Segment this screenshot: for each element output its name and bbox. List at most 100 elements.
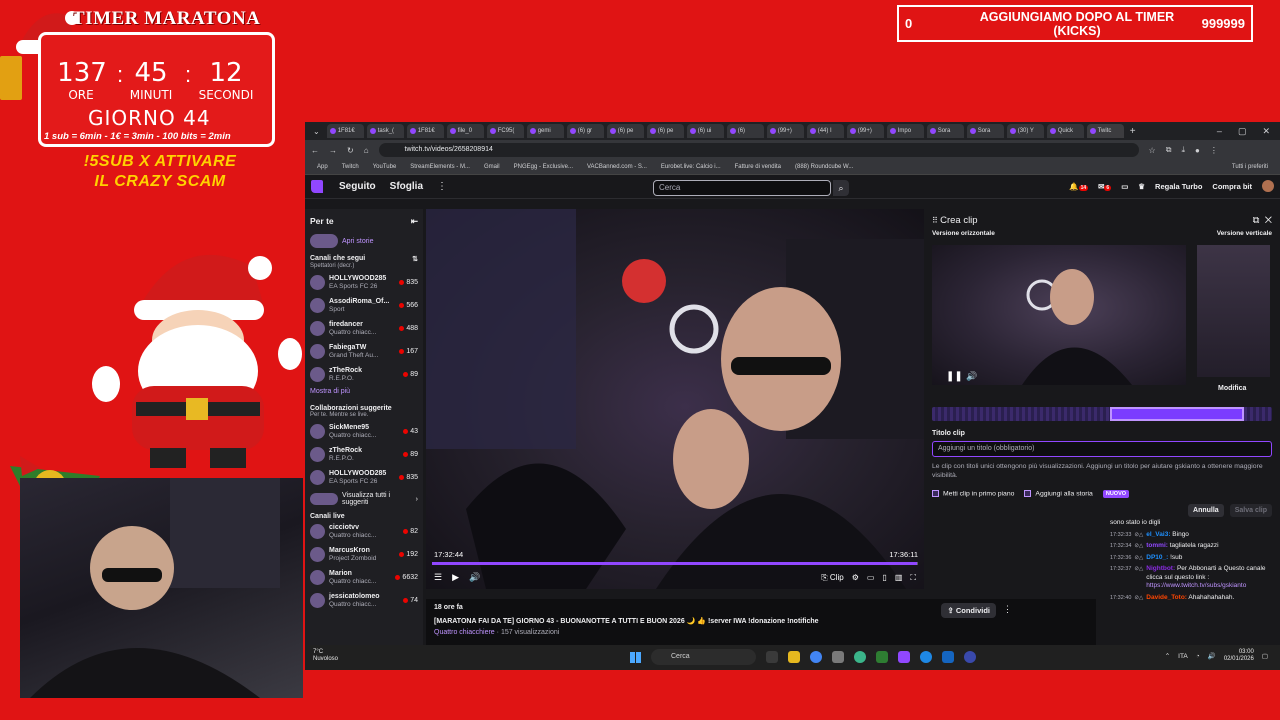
chrome-icon[interactable]	[810, 651, 822, 663]
chat-username[interactable]: tommi:	[1146, 542, 1168, 549]
bookmark-item[interactable]: StreamElements - M...	[410, 164, 470, 170]
nav-following[interactable]: Seguito	[339, 181, 376, 192]
play-icon[interactable]: ▶	[452, 572, 459, 583]
browser-tab[interactable]: Twitc	[1086, 124, 1124, 138]
crown-icon[interactable]: ♛	[1138, 182, 1145, 191]
maximize-icon[interactable]: ▢	[1238, 126, 1247, 137]
edit-vertical-button[interactable]: Modifica	[1218, 385, 1246, 392]
sidebar-toggle-icon[interactable]: ▥	[895, 573, 903, 583]
clip-timeline[interactable]	[932, 407, 1272, 421]
profile-icon[interactable]: ●	[1195, 146, 1200, 155]
app-icon[interactable]	[942, 651, 954, 663]
category-link[interactable]: Quattro chiacchiere	[434, 629, 495, 636]
wifi-icon[interactable]: ◔	[1196, 653, 1200, 660]
browser-tab[interactable]: (99+)	[846, 124, 884, 138]
browser-tab[interactable]: task_(	[366, 124, 404, 138]
mod-actions-icon[interactable]: ⊘△	[1134, 531, 1143, 540]
close-clip-icon[interactable]: ✕	[1265, 215, 1272, 226]
twitch-logo-icon[interactable]	[311, 180, 323, 193]
chat-icon[interactable]: ▭	[1121, 182, 1128, 191]
browser-tab[interactable]: 1F81€	[406, 124, 444, 138]
sidebar-channel[interactable]: MarcusKron Project Zomboid 192	[305, 543, 423, 566]
sidebar-channel[interactable]: jessicatolomeo Quattro chiacc... 74	[305, 589, 423, 612]
feature-clip-checkbox[interactable]: Metti clip in primo piano	[932, 490, 1014, 498]
url-input[interactable]: twitch.tv/videos/2658208914	[378, 143, 1139, 157]
settings-icon[interactable]: ⚙	[852, 573, 859, 583]
bookmark-item[interactable]: Gmail	[484, 164, 500, 170]
browser-tab[interactable]: Quick	[1046, 124, 1084, 138]
pip-icon[interactable]: ▭	[867, 573, 875, 583]
share-button[interactable]: ⇪ Condividi	[941, 603, 996, 618]
show-more-link[interactable]: Mostra di più	[305, 386, 423, 401]
collapse-icon[interactable]: ⇤	[411, 216, 418, 227]
sidebar-channel[interactable]: AssodiRoma_Of... Sport 566	[305, 294, 423, 317]
add-story-checkbox[interactable]: Aggiungi alla storia	[1024, 490, 1093, 498]
taskbar-search[interactable]: Cerca	[651, 649, 756, 665]
turbo-button[interactable]: Regala Turbo	[1155, 182, 1202, 191]
theater-icon[interactable]: ▯	[882, 573, 886, 583]
notifications-icon[interactable]: 🔔 14	[1069, 182, 1089, 191]
sidebar-channel[interactable]: HOLLYWOOD285 EA Sports FC 26 835	[305, 466, 423, 489]
stories-link[interactable]: Apri storie	[305, 231, 423, 251]
sidebar-channel[interactable]: zTheRock R.E.P.O. 89	[305, 443, 423, 466]
minimize-icon[interactable]: –	[1217, 126, 1222, 137]
search-icon[interactable]: ⌕	[833, 180, 849, 196]
notification-icon[interactable]: ▢	[1262, 652, 1268, 660]
mod-actions-icon[interactable]: ⊘△	[1134, 542, 1143, 551]
browser-tab[interactable]: (6) ui	[686, 124, 724, 138]
browser-tab[interactable]: Impo	[886, 124, 924, 138]
browser-tab[interactable]: file_0	[446, 124, 484, 138]
menu-icon[interactable]: ⋮	[1210, 146, 1218, 155]
sidebar-channel[interactable]: firedancer Quattro chiacc... 488	[305, 317, 423, 340]
clip-horizontal-preview[interactable]: ❚❚ 🔊	[932, 245, 1186, 385]
browser-tab[interactable]: Sora	[926, 124, 964, 138]
browser-tab[interactable]: Sora	[966, 124, 1004, 138]
sort-icon[interactable]: ⇅	[412, 255, 418, 263]
download-icon[interactable]: ⤓	[1181, 145, 1185, 155]
bookmark-item[interactable]: VACBanned.com - S...	[587, 164, 647, 170]
browser-tab[interactable]: (6)	[726, 124, 764, 138]
sidebar-channel[interactable]: HOLLYWOOD285 EA Sports FC 26 835	[305, 271, 423, 294]
bookmark-item[interactable]: Tutti i preferiti	[1232, 164, 1268, 170]
sidebar-channel[interactable]: zTheRock R.E.P.O. 89	[305, 363, 423, 386]
mod-actions-icon[interactable]: ⊘△	[1134, 554, 1143, 563]
volume-tray-icon[interactable]: 🔊	[1208, 652, 1216, 660]
chat-link[interactable]: https://www.twitch.tv/subs/gskianto	[1146, 582, 1246, 589]
chat-username[interactable]: Nightbot:	[1146, 565, 1175, 572]
star-icon[interactable]: ☆	[1149, 146, 1156, 155]
forward-icon[interactable]: →	[329, 146, 337, 155]
clip-button[interactable]: ⎘ Clip	[821, 573, 843, 583]
mod-actions-icon[interactable]: ⊘△	[1134, 594, 1143, 603]
video-player[interactable]: 17:32:44 17:36:11 ☰ ▶ 🔊 ⎘ Clip ⚙ ▭ ▯ ▥ ⛶	[426, 209, 924, 589]
bookmark-item[interactable]: YouTube	[373, 164, 397, 170]
bookmark-item[interactable]: Fatture di vendita	[735, 164, 781, 170]
language-indicator[interactable]: ITA	[1178, 653, 1188, 660]
bookmark-item[interactable]: Eurobet.live: Calcio i...	[661, 164, 721, 170]
more-icon[interactable]: ⋮	[437, 181, 447, 192]
reload-icon[interactable]: ↻	[347, 146, 354, 155]
app-icon[interactable]	[876, 651, 888, 663]
whispers-icon[interactable]: ✉ 6	[1098, 182, 1112, 191]
nav-browse[interactable]: Sfoglia	[390, 181, 423, 192]
browser-tab[interactable]: (6) pe	[606, 124, 644, 138]
home-icon[interactable]: ⌂	[364, 146, 369, 155]
tab-search-icon[interactable]: ⌄	[309, 127, 324, 136]
browser-tab[interactable]: FC95(	[486, 124, 524, 138]
chat-username[interactable]: Davide_Toto:	[1146, 594, 1187, 601]
video-progress-bar[interactable]	[432, 562, 918, 565]
drag-handle-icon[interactable]: ⠿	[932, 216, 940, 225]
browser-tab[interactable]: (30) Y	[1006, 124, 1044, 138]
browser-tab[interactable]: (6) pe	[646, 124, 684, 138]
weather-widget[interactable]: 7°C Nuvoloso	[313, 649, 338, 663]
sidebar-channel[interactable]: Marion Quattro chiacc... 6632	[305, 566, 423, 589]
clock[interactable]: 03:00 02/01/2026	[1224, 649, 1254, 663]
mod-actions-icon[interactable]: ⊘△	[1134, 565, 1143, 591]
more-options-icon[interactable]: ⋮	[1003, 604, 1012, 615]
view-all-suggested[interactable]: Visualizza tutti i suggeriti ›	[305, 489, 423, 509]
bookmark-item[interactable]: Twitch	[342, 164, 359, 170]
bits-button[interactable]: Compra bit	[1212, 182, 1252, 191]
user-avatar[interactable]	[1262, 180, 1274, 192]
volume-icon[interactable]: 🔊	[469, 572, 480, 583]
bookmark-item[interactable]: (888) Roundcube W...	[795, 164, 853, 170]
chat-username[interactable]: el_Vai3:	[1146, 531, 1170, 538]
